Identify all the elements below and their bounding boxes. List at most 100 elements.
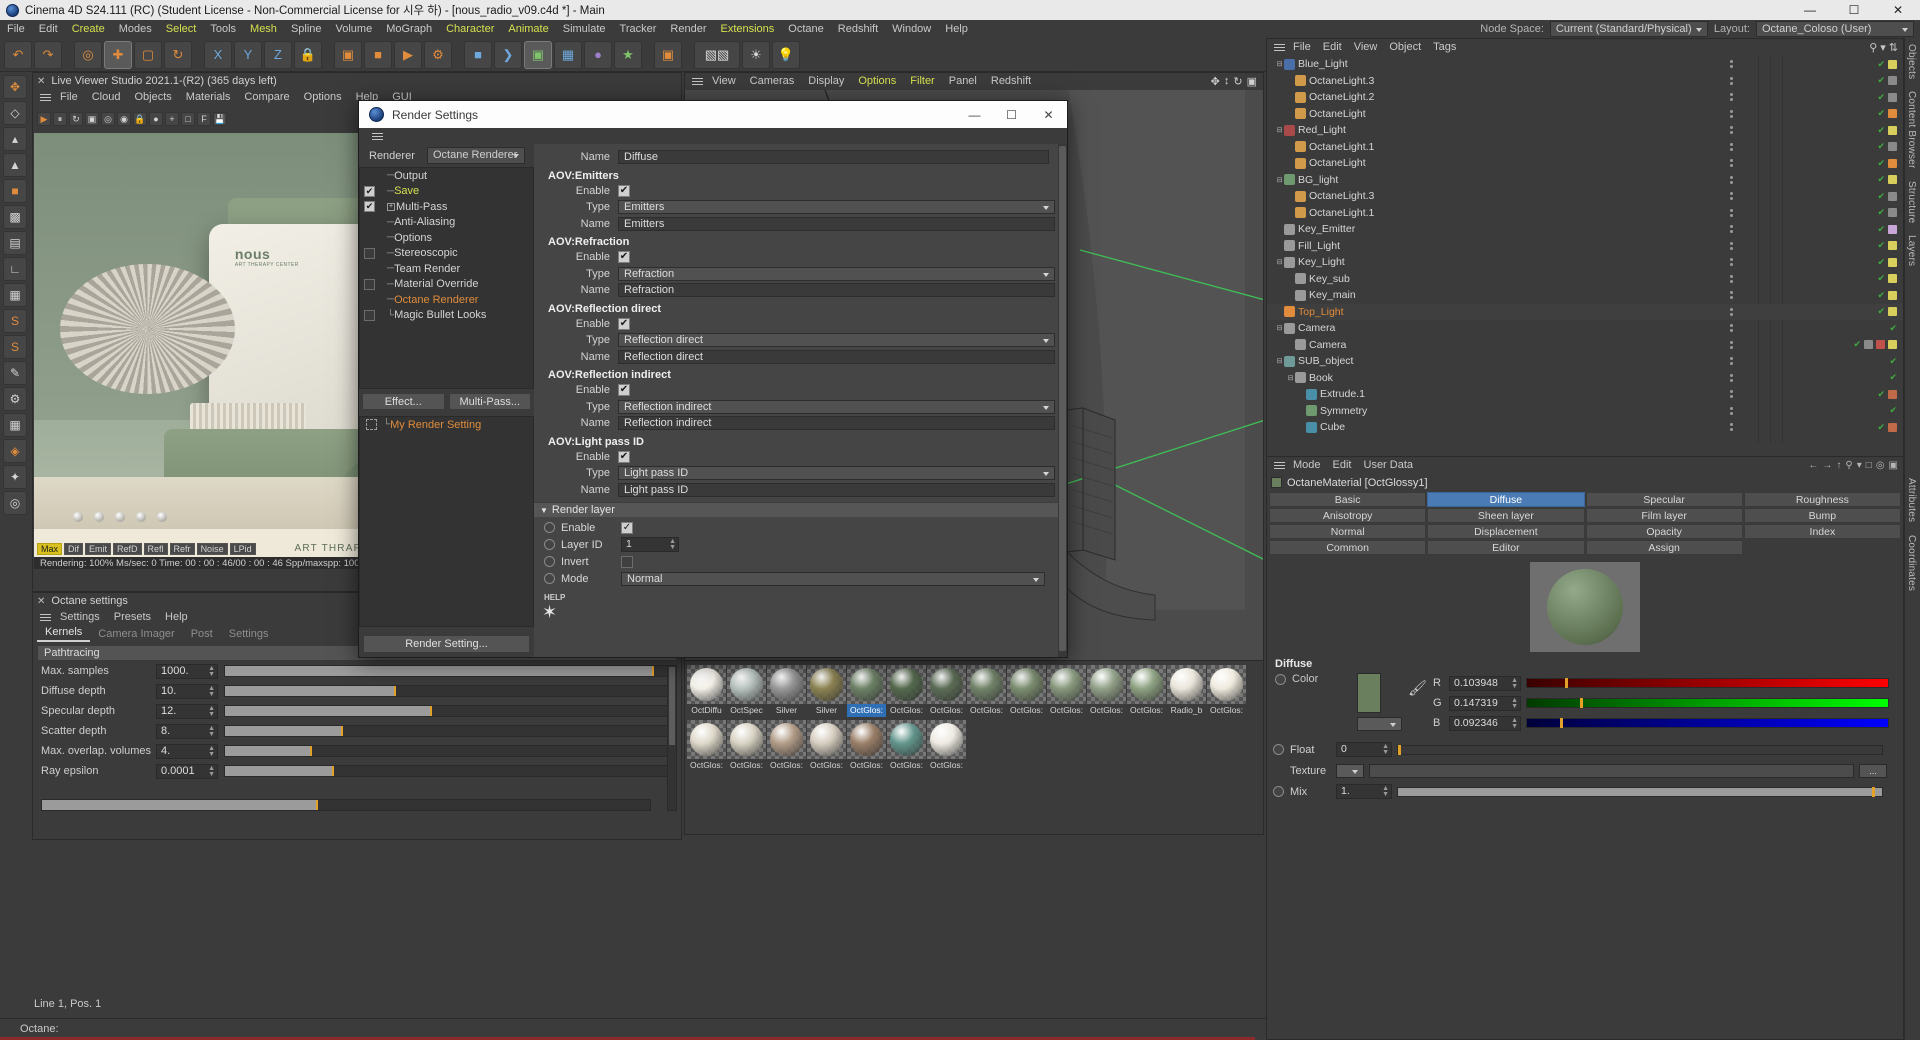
render-region-icon[interactable]: ■ [364, 40, 392, 69]
menu-volume[interactable]: Volume [329, 20, 380, 38]
viewport-zoom-icon[interactable]: ↕ [1224, 75, 1230, 88]
float-input[interactable]: 0 ▲ ▼ [1336, 742, 1392, 757]
om-menu-tags[interactable]: Tags [1427, 39, 1462, 56]
octane-node-editor-icon[interactable]: ✎ [3, 361, 27, 385]
viewport-layout-icon[interactable]: ▣ [1247, 75, 1257, 88]
menu-octane[interactable]: Octane [781, 20, 830, 38]
render-tree-item[interactable]: ─ Options [360, 230, 533, 246]
object-row[interactable]: Key_Emitter ✔ [1267, 221, 1903, 238]
object-visibility-dots[interactable] [1730, 109, 1733, 118]
object-row[interactable]: ⊟ SUB_object ✔ [1267, 353, 1903, 370]
render-layer-layerid-radio[interactable] [544, 539, 555, 550]
color-radio[interactable] [1275, 673, 1286, 685]
vp-menu-cameras[interactable]: Cameras [743, 73, 802, 90]
menu-redshift[interactable]: Redshift [831, 20, 885, 38]
object-visibility-dots[interactable] [1730, 406, 1733, 415]
am-pin-icon[interactable]: □ [1866, 460, 1872, 471]
object-tag-icon[interactable] [1888, 340, 1897, 350]
object-name-label[interactable]: Key_main [1309, 289, 1356, 301]
menu-animate[interactable]: Animate [501, 20, 555, 38]
render-tree-item[interactable]: ─ Team Render [360, 261, 533, 277]
render-tree-label[interactable]: Magic Bullet Looks [394, 309, 486, 321]
object-row[interactable]: ⊟ Key_Light ✔ [1267, 254, 1903, 271]
param-slider-specular-depth[interactable] [224, 705, 671, 717]
object-row[interactable]: OctaneLight ✔ [1267, 155, 1903, 172]
pass-chip-noise[interactable]: Noise [196, 543, 228, 555]
am-menu-userdata[interactable]: User Data [1358, 457, 1420, 474]
am-filter-icon[interactable]: ▾ [1857, 460, 1862, 471]
mtab-normal[interactable]: Normal [1269, 524, 1427, 539]
object-visibility-dots[interactable] [1730, 307, 1733, 316]
object-tag-icon[interactable] [1888, 76, 1897, 86]
object-tag-icon[interactable] [1888, 125, 1897, 135]
render-layer-invert-checkbox[interactable] [621, 555, 633, 568]
material-cell[interactable]: Silver [767, 665, 806, 718]
octane-settings-hamburger-icon[interactable] [37, 609, 53, 626]
object-expand-icon[interactable]: ⊟ [1275, 258, 1284, 266]
array-icon[interactable]: ▦ [554, 40, 582, 69]
menu-simulate[interactable]: Simulate [556, 20, 613, 38]
mix-slider[interactable] [1397, 786, 1883, 797]
param-slider-ray-epsilon[interactable] [224, 765, 671, 777]
am-new-icon[interactable]: ▣ [1889, 460, 1898, 471]
menu-create[interactable]: Create [65, 20, 112, 38]
object-tag-icon[interactable] [1876, 340, 1885, 350]
material-name-label[interactable]: Silver [767, 704, 806, 717]
object-name-label[interactable]: Red_Light [1298, 124, 1346, 136]
minimize-button[interactable]: — [1788, 0, 1832, 20]
param-input-max-samples[interactable]: 1000. ▲ ▼ [156, 663, 218, 679]
object-name-label[interactable]: OctaneLight [1309, 157, 1366, 169]
object-name-label[interactable]: OctaneLight.2 [1309, 91, 1374, 103]
float-radio[interactable] [1273, 744, 1284, 755]
aov-name-input[interactable]: Reflection indirect [618, 416, 1055, 431]
material-name-label[interactable]: OctGlos: [967, 704, 1006, 717]
menu-edit[interactable]: Edit [32, 20, 65, 38]
grid-icon[interactable]: ▦ [3, 413, 27, 437]
object-tag-icon[interactable] [1888, 142, 1897, 152]
material-name-label[interactable]: OctGlos: [1087, 704, 1126, 717]
object-enabled-check-icon[interactable]: ✔ [1877, 141, 1885, 152]
object-row[interactable]: ⊟ Camera ✔ [1267, 320, 1903, 337]
param-input-diffuse-depth[interactable]: 10. ▲ ▼ [156, 683, 218, 699]
object-enabled-check-icon[interactable]: ✔ [1877, 290, 1885, 301]
object-row[interactable]: OctaneLight.1 ✔ [1267, 139, 1903, 156]
render-tree-item[interactable]: ─ Output [360, 168, 533, 184]
object-visibility-dots[interactable] [1730, 274, 1733, 283]
object-visibility-dots[interactable] [1730, 225, 1733, 234]
pass-chip-refl[interactable]: Refl [143, 543, 168, 555]
material-cell[interactable]: OctGlos: [1207, 665, 1246, 718]
material-cell[interactable]: OctGlos: [687, 720, 726, 773]
polygon-mode-icon[interactable]: ▲ [3, 153, 27, 177]
lv-menu-cloud[interactable]: Cloud [85, 89, 128, 106]
object-row[interactable]: Symmetry ✔ [1267, 403, 1903, 420]
object-enabled-check-icon[interactable]: ✔ [1877, 75, 1885, 86]
lv-region-icon[interactable]: ▣ [85, 112, 99, 126]
channel-slider-b[interactable] [1526, 718, 1889, 728]
object-name-label[interactable]: SUB_object [1298, 355, 1353, 367]
object-tag-icon[interactable] [1888, 158, 1897, 168]
model-mode-icon[interactable]: ■ [3, 179, 27, 203]
diffuse-color-swatch[interactable] [1357, 673, 1381, 713]
aov-name-input[interactable]: Refraction [618, 283, 1055, 298]
material-name-label[interactable]: OctGlos: [687, 759, 726, 772]
object-tag-icon[interactable] [1888, 241, 1897, 251]
menu-window[interactable]: Window [885, 20, 938, 38]
aov-name-input[interactable]: Light pass ID [618, 482, 1055, 497]
render-settings-icon[interactable]: ⚙ [424, 40, 452, 69]
object-tag-icon[interactable] [1888, 224, 1897, 234]
render-tree-item[interactable]: ─ Octane Renderer [360, 292, 533, 308]
spline-pen-icon[interactable]: ❯ [494, 40, 522, 69]
object-row[interactable]: Extrude.1 ✔ [1267, 386, 1903, 403]
object-expand-icon[interactable]: ⊟ [1275, 357, 1284, 365]
render-tree-checkbox[interactable]: ✔ [364, 201, 375, 213]
material-name-label[interactable]: Radio_b [1167, 704, 1206, 717]
layout-select[interactable]: Octane_Coloso (User) [1756, 21, 1914, 37]
lv-save-icon[interactable]: 💾 [213, 112, 227, 126]
vp-menu-panel[interactable]: Panel [942, 73, 984, 90]
material-cell[interactable]: OctGlos: [767, 720, 806, 773]
point-mode-icon[interactable]: ◇ [3, 101, 27, 125]
material-cell[interactable]: Silver [807, 665, 846, 718]
object-visibility-dots[interactable] [1730, 291, 1733, 300]
material-cell[interactable]: OctGlos: [807, 720, 846, 773]
object-enabled-check-icon[interactable]: ✔ [1877, 59, 1885, 70]
